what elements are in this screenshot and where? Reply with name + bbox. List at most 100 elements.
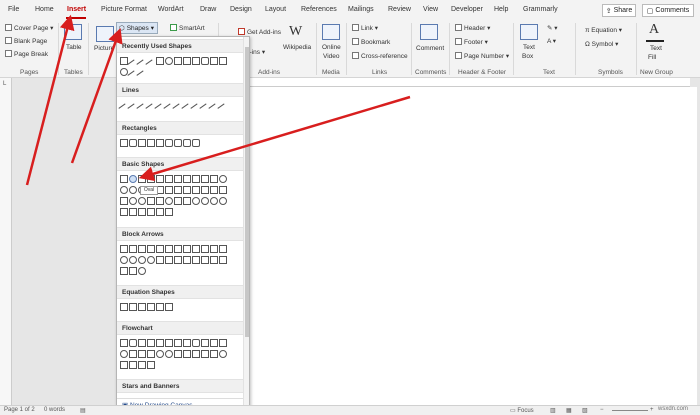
not-equal-shape[interactable] xyxy=(165,303,173,311)
cloud-shape[interactable] xyxy=(210,197,218,205)
scribble-shape[interactable] xyxy=(217,103,229,115)
round-rect-shape[interactable] xyxy=(183,139,191,147)
off-page-connector-shape[interactable] xyxy=(129,350,137,358)
decagon-shape[interactable] xyxy=(219,175,227,183)
left-arrow-callout-shape[interactable] xyxy=(210,256,218,264)
process-shape[interactable] xyxy=(120,339,128,347)
donut-shape[interactable] xyxy=(129,197,137,205)
document-page[interactable] xyxy=(250,87,697,405)
sun-shape[interactable] xyxy=(192,197,200,205)
double-brace-shape[interactable] xyxy=(129,208,137,216)
pentagon-shape[interactable] xyxy=(183,175,191,183)
page-number-button[interactable]: Page Number ▾ xyxy=(455,52,509,60)
tab-design[interactable]: Design xyxy=(230,6,252,13)
folded-corner-shape[interactable] xyxy=(156,197,164,205)
get-addins-button[interactable]: Get Add-ins xyxy=(238,28,281,36)
symbol-button[interactable]: Ω Symbol ▾ xyxy=(585,40,618,48)
dodecagon-shape[interactable] xyxy=(120,186,128,194)
bent-up-arrow-shape[interactable] xyxy=(219,245,227,253)
tab-wordart[interactable]: WordArt xyxy=(158,6,184,13)
striped-right-arrow-shape[interactable] xyxy=(156,256,164,264)
snip-rect-shape[interactable] xyxy=(138,139,146,147)
arrow-shape[interactable] xyxy=(219,57,227,65)
rounded-rect-shape[interactable] xyxy=(129,139,137,147)
round-snip-rect-shape[interactable] xyxy=(165,139,173,147)
manual-operation-shape[interactable] xyxy=(219,339,227,347)
round-rect-shape[interactable] xyxy=(174,139,182,147)
tab-layout[interactable]: Layout xyxy=(265,6,286,13)
arrow-shape[interactable] xyxy=(210,57,218,65)
curved-right-arrow-shape[interactable] xyxy=(120,256,128,264)
rectangle-shape[interactable] xyxy=(156,57,164,65)
footer-button[interactable]: Footer ▾ xyxy=(455,38,488,46)
zoom-slider[interactable] xyxy=(612,410,648,411)
rounded-rect-shape[interactable] xyxy=(201,57,209,65)
double-bracket-shape[interactable] xyxy=(120,208,128,216)
diamond-shape[interactable] xyxy=(174,175,182,183)
tab-mailings[interactable]: Mailings xyxy=(348,6,374,13)
zoom-in-icon[interactable]: + xyxy=(650,407,654,413)
gallery-scrollbar[interactable] xyxy=(243,37,249,412)
curved-down-arrow-shape[interactable] xyxy=(147,256,155,264)
scroll-thumb[interactable] xyxy=(245,47,249,337)
decision-shape[interactable] xyxy=(138,339,146,347)
heptagon-shape[interactable] xyxy=(201,175,209,183)
blank-page-button[interactable]: Blank Page xyxy=(5,37,47,45)
text-box-shape[interactable] xyxy=(120,175,128,183)
rectangle-shape[interactable] xyxy=(120,139,128,147)
pie-shape[interactable] xyxy=(129,186,137,194)
magnetic-disk-shape[interactable] xyxy=(129,361,137,369)
print-layout-icon[interactable]: ▦ xyxy=(566,407,572,414)
diagonal-stripe-shape[interactable] xyxy=(183,186,191,194)
cross-reference-button[interactable]: Cross-reference xyxy=(352,52,408,60)
online-video-icon[interactable] xyxy=(322,24,340,40)
or-shape[interactable] xyxy=(165,350,173,358)
left-right-arrow-shape[interactable] xyxy=(156,245,164,253)
tab-file[interactable]: File xyxy=(8,6,19,13)
comments-button[interactable]: ▢ Comments xyxy=(642,4,694,17)
page-break-button[interactable]: Page Break xyxy=(5,50,48,58)
preparation-shape[interactable] xyxy=(201,339,209,347)
card-shape[interactable] xyxy=(138,350,146,358)
u-turn-arrow-shape[interactable] xyxy=(201,245,209,253)
quad-arrow-callout-shape[interactable] xyxy=(129,267,137,275)
parallelogram-shape[interactable] xyxy=(156,175,164,183)
punched-tape-shape[interactable] xyxy=(147,350,155,358)
tab-home[interactable]: Home xyxy=(35,6,54,13)
left-up-arrow-shape[interactable] xyxy=(210,245,218,253)
rectangle-shape[interactable] xyxy=(192,57,200,65)
freeform-shape[interactable] xyxy=(136,70,148,82)
tab-draw[interactable]: Draw xyxy=(200,6,216,13)
moon-shape[interactable] xyxy=(201,197,209,205)
multiply-shape[interactable] xyxy=(138,303,146,311)
tab-references[interactable]: References xyxy=(301,6,337,13)
division-shape[interactable] xyxy=(147,303,155,311)
header-button[interactable]: Header ▾ xyxy=(455,24,490,32)
tab-view[interactable]: View xyxy=(423,6,438,13)
web-layout-icon[interactable]: ▧ xyxy=(582,407,588,414)
page-count[interactable]: Page 1 of 2 xyxy=(4,407,35,413)
pictures-icon[interactable] xyxy=(96,26,114,42)
cover-page-button[interactable]: Cover Page ▾ xyxy=(5,24,53,32)
sort-shape[interactable] xyxy=(183,350,191,358)
document-shape[interactable] xyxy=(174,339,182,347)
collate-shape[interactable] xyxy=(174,350,182,358)
down-arrow-callout-shape[interactable] xyxy=(201,256,209,264)
display-shape[interactable] xyxy=(147,361,155,369)
delay-shape[interactable] xyxy=(219,350,227,358)
text-tools-icon[interactable]: ✎ ▾ xyxy=(547,24,558,32)
share-button[interactable]: ⇪ Share xyxy=(602,4,636,17)
wikipedia-icon[interactable]: W xyxy=(289,24,302,40)
stored-data-shape[interactable] xyxy=(210,350,218,358)
oval-shape[interactable] xyxy=(129,175,137,183)
new-comment-icon[interactable] xyxy=(420,24,438,40)
oval-shape[interactable] xyxy=(165,57,173,65)
circular-arrow-shape[interactable] xyxy=(138,267,146,275)
block-arc-shape[interactable] xyxy=(147,197,155,205)
manual-input-shape[interactable] xyxy=(210,339,218,347)
text-box-icon[interactable] xyxy=(520,24,538,40)
right-bracket-shape[interactable] xyxy=(147,208,155,216)
text-fill-icon[interactable]: A xyxy=(649,22,659,38)
shapes-button[interactable]: ⬡ Shapes ▾ xyxy=(116,22,158,34)
triangle-shape[interactable] xyxy=(174,57,182,65)
